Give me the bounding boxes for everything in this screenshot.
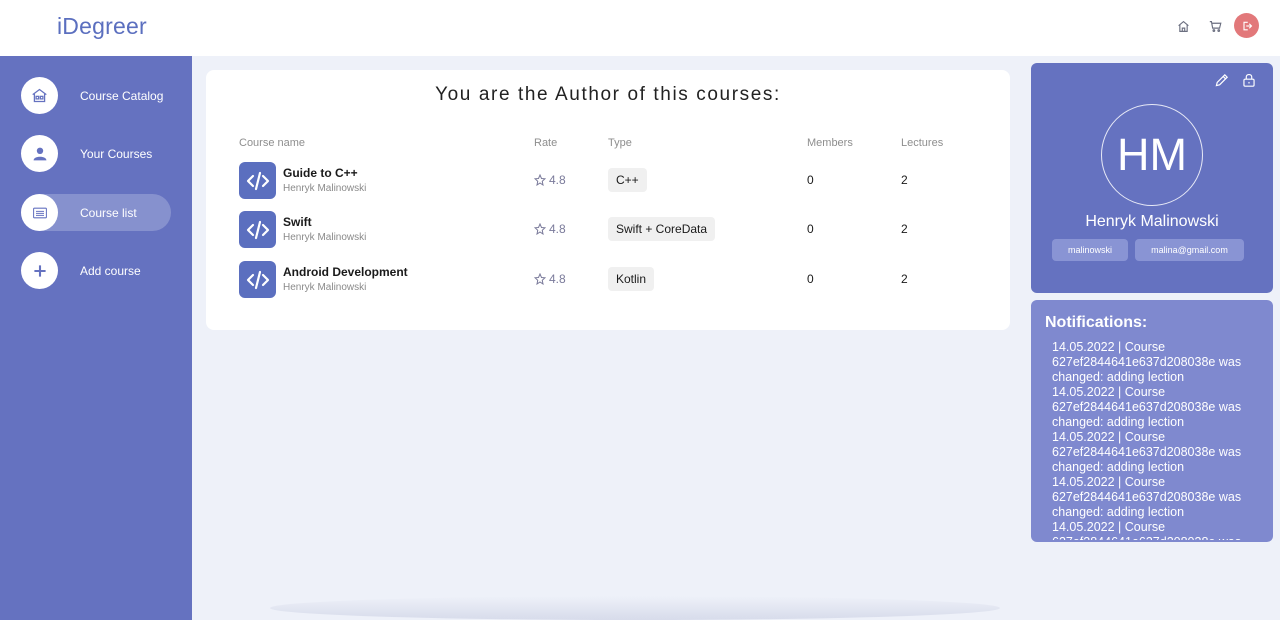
- star-icon: [534, 223, 546, 235]
- course-author: Henryk Malinowski: [283, 183, 367, 194]
- star-icon: [534, 273, 546, 285]
- course-name[interactable]: Swift: [283, 215, 312, 229]
- user-icon: [21, 135, 58, 172]
- notification-item: 14.05.2022 | Course 627ef2844641e637d208…: [1052, 520, 1241, 540]
- profile-card: HM Henryk Malinowski malinowski malina@g…: [1031, 63, 1273, 293]
- page-title: You are the Author of this courses:: [435, 84, 781, 105]
- course-members: 0: [807, 173, 814, 187]
- sidebar-item-label: Add course: [80, 263, 141, 278]
- bottom-shadow: [270, 596, 1000, 620]
- column-header-type: Type: [608, 137, 632, 149]
- plus-icon: [21, 252, 58, 289]
- course-rate: 4.8: [534, 222, 566, 236]
- course-author: Henryk Malinowski: [283, 232, 367, 243]
- code-icon: [239, 162, 276, 199]
- course-rate: 4.8: [534, 272, 566, 286]
- notification-item: 14.05.2022 | Course 627ef2844641e637d208…: [1052, 430, 1242, 474]
- sidebar-item-your-courses[interactable]: Your Courses: [21, 135, 171, 172]
- notification-item: 14.05.2022 | Course 627ef2844641e637d208…: [1052, 340, 1242, 384]
- sidebar-item-label: Course Catalog: [80, 88, 164, 103]
- home-icon: [21, 77, 58, 114]
- course-rate: 4.8: [534, 173, 566, 187]
- sidebar-item-add-course[interactable]: Add course: [21, 252, 171, 289]
- logout-button[interactable]: [1234, 13, 1259, 38]
- column-header-rate: Rate: [534, 137, 558, 149]
- list-icon: [21, 194, 58, 231]
- pencil-icon[interactable]: [1214, 72, 1232, 90]
- course-type-badge: C++: [608, 168, 647, 192]
- course-lectures: 2: [901, 173, 908, 187]
- course-lectures: 2: [901, 222, 908, 236]
- top-header: iDegreer: [0, 0, 1280, 56]
- rate-value: 4.8: [549, 272, 566, 286]
- code-icon: [239, 211, 276, 248]
- course-members: 0: [807, 222, 814, 236]
- sidebar-item-course-catalog[interactable]: Course Catalog: [21, 77, 171, 114]
- code-icon: [239, 261, 276, 298]
- rate-value: 4.8: [549, 173, 566, 187]
- table-row[interactable]: Guide to C++ Henryk Malinowski 4.8 C++ 0…: [206, 162, 1010, 202]
- rate-value: 4.8: [549, 222, 566, 236]
- column-header-lectures: Lectures: [901, 137, 944, 149]
- logout-icon: [1242, 21, 1252, 30]
- course-lectures: 2: [901, 272, 908, 286]
- course-author: Henryk Malinowski: [283, 282, 367, 293]
- course-type-badge: Kotlin: [608, 267, 655, 291]
- notification-item: 14.05.2022 | Course 627ef2844641e637d208…: [1052, 475, 1242, 519]
- cart-icon[interactable]: [1205, 16, 1225, 36]
- sidebar-item-course-list[interactable]: Course list: [21, 194, 171, 231]
- username-chip: malinowski: [1052, 239, 1128, 261]
- lock-icon[interactable]: [1242, 72, 1260, 90]
- course-type-badge: Swift + CoreData: [608, 217, 716, 241]
- star-icon: [534, 174, 546, 186]
- sidebar-item-label: Course list: [80, 205, 137, 220]
- sidebar: Course Catalog Your Courses Course list …: [0, 56, 192, 620]
- notifications-title: Notifications:: [1045, 314, 1148, 331]
- home-icon[interactable]: [1173, 16, 1193, 36]
- avatar: HM: [1101, 104, 1203, 206]
- email-chip: malina@gmail.com: [1135, 239, 1244, 261]
- app-logo[interactable]: iDegreer: [57, 13, 147, 40]
- notification-item: 14.05.2022 | Course 627ef2844641e637d208…: [1052, 385, 1242, 429]
- course-members: 0: [807, 272, 814, 286]
- table-row[interactable]: Swift Henryk Malinowski 4.8 Swift + Core…: [206, 211, 1010, 251]
- course-name[interactable]: Guide to C++: [283, 166, 358, 180]
- course-name[interactable]: Android Development: [283, 265, 408, 279]
- table-row[interactable]: Android Development Henryk Malinowski 4.…: [206, 261, 1010, 301]
- column-header-members: Members: [807, 137, 853, 149]
- sidebar-item-label: Your Courses: [80, 146, 153, 161]
- notifications-list[interactable]: 14.05.2022 | Course 627ef2844641e637d208…: [1052, 340, 1262, 540]
- authored-courses-card: You are the Author of this courses: Cour…: [206, 70, 1010, 330]
- profile-name: Henryk Malinowski: [1085, 213, 1219, 230]
- notifications-panel[interactable]: Notifications: 14.05.2022 | Course 627ef…: [1031, 300, 1273, 542]
- column-header-course-name: Course name: [239, 137, 306, 149]
